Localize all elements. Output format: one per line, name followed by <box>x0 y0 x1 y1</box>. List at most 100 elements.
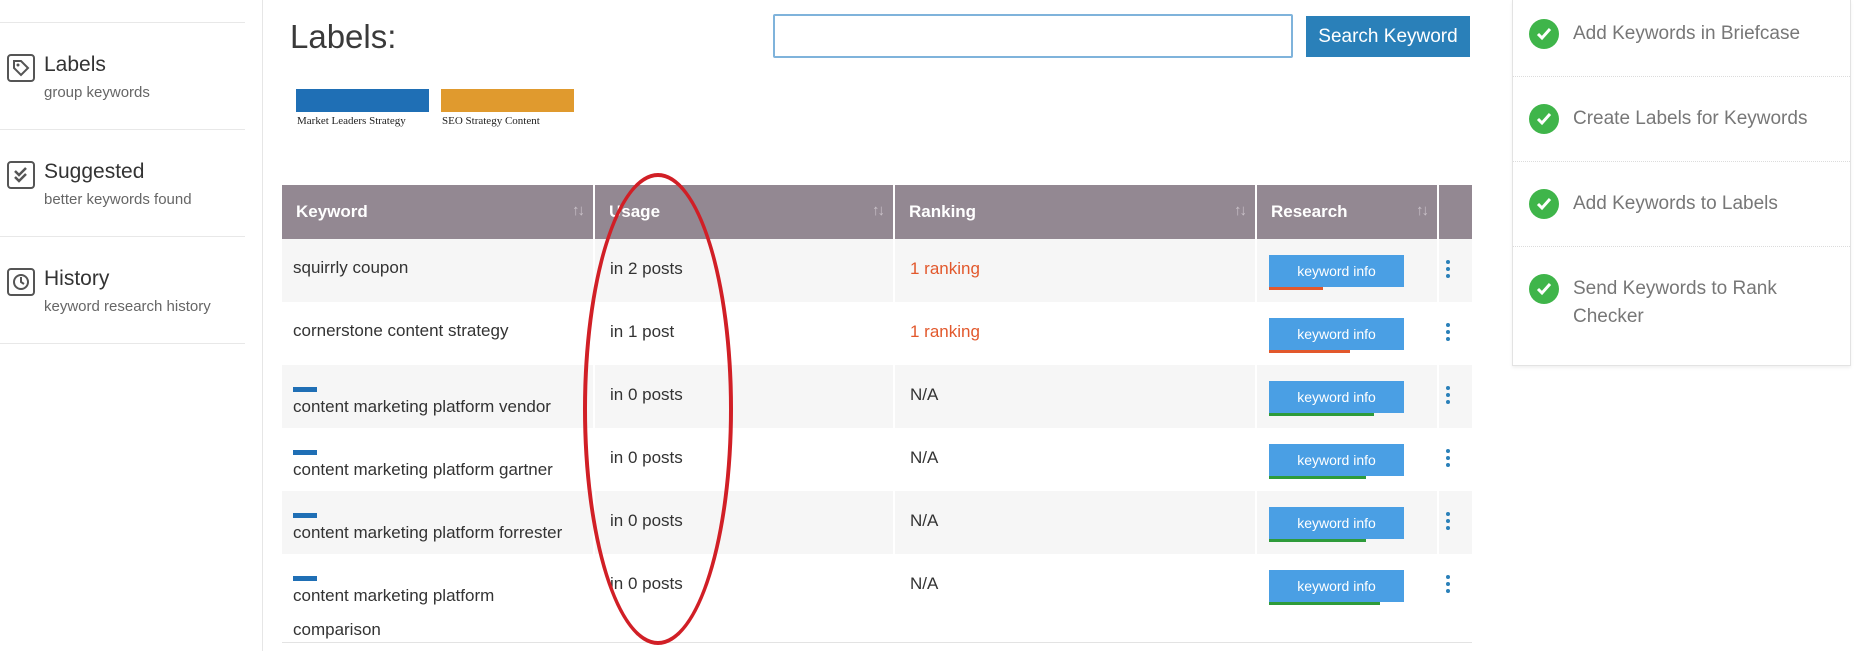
row-menu-icon[interactable] <box>1444 260 1452 281</box>
table-header: Keyword ↑↓ Usage ↑↓ Ranking ↑↓ Research … <box>282 185 1472 239</box>
check-circle-icon <box>1529 274 1559 304</box>
keyword-cell: content marketing platform comparison <box>293 586 495 639</box>
column-header-research[interactable]: Research ↑↓ <box>1257 185 1437 239</box>
column-divider <box>1255 302 1257 365</box>
sort-icon: ↑↓ <box>1416 202 1429 219</box>
column-divider <box>893 302 895 365</box>
column-divider <box>1255 239 1257 302</box>
clock-icon <box>7 268 35 296</box>
sidebar-item-subtitle: better keywords found <box>44 191 192 208</box>
sidebar-item-history[interactable]: History keyword research history <box>0 237 245 344</box>
column-label: Research <box>1271 202 1348 221</box>
ranking-cell[interactable]: 1 ranking <box>910 322 980 342</box>
checklist-item-rank-checker[interactable]: Send Keywords to Rank Checker <box>1513 247 1850 364</box>
keyword-info-button[interactable]: keyword info <box>1269 255 1404 290</box>
column-divider <box>1437 239 1439 302</box>
table-row: cornerstone content strategy in 1 post 1 r… <box>282 302 1472 366</box>
column-divider <box>593 302 595 365</box>
column-divider <box>893 428 895 491</box>
table-row: content marketing platform vendor in 0 po… <box>282 365 1472 429</box>
checklist-item-create-labels[interactable]: Create Labels for Keywords <box>1513 77 1850 162</box>
checklist-label: Create Labels for Keywords <box>1573 108 1808 129</box>
sidebar-item-subtitle: keyword research history <box>44 298 211 315</box>
keyword-score-bar <box>1269 476 1366 479</box>
column-divider <box>1437 365 1439 428</box>
sidebar-item-title: Labels <box>44 53 106 76</box>
column-divider <box>1437 302 1439 365</box>
row-menu-icon[interactable] <box>1444 449 1452 470</box>
ranking-cell: N/A <box>910 448 939 467</box>
table-row: content marketing platform forrester in 0… <box>282 491 1472 555</box>
usage-cell: in 1 post <box>610 322 675 341</box>
row-menu-icon[interactable] <box>1444 575 1452 596</box>
column-header-ranking[interactable]: Ranking ↑↓ <box>895 185 1255 239</box>
column-label: Keyword <box>296 202 368 221</box>
sidebar-item-labels[interactable]: Labels group keywords <box>0 23 245 130</box>
tag-icon <box>7 54 35 82</box>
column-divider <box>593 428 595 491</box>
column-divider <box>593 491 595 554</box>
sidebar-item-title: History <box>44 267 110 290</box>
column-divider <box>593 365 595 428</box>
keyword-info-button[interactable]: keyword info <box>1269 570 1404 605</box>
column-divider <box>1255 554 1257 642</box>
label-swatch-seo-strategy[interactable] <box>441 89 574 112</box>
keyword-info-button[interactable]: keyword info <box>1269 507 1404 542</box>
keyword-score-bar <box>1269 602 1380 605</box>
column-divider <box>1255 428 1257 491</box>
ranking-cell: N/A <box>910 385 939 404</box>
checklist-item-briefcase[interactable]: Add Keywords in Briefcase <box>1513 0 1850 77</box>
keyword-cell: content marketing platform forrester <box>293 523 563 542</box>
label-swatch-market-leaders[interactable] <box>296 89 429 112</box>
usage-cell: in 0 posts <box>610 448 683 467</box>
keyword-cell: cornerstone content strategy <box>293 321 509 340</box>
search-keyword-button[interactable]: Search Keyword <box>1306 16 1470 57</box>
keyword-info-button[interactable]: keyword info <box>1269 318 1404 353</box>
ranking-cell: N/A <box>910 511 939 530</box>
keyword-score-bar <box>1269 413 1374 416</box>
column-divider <box>593 239 595 302</box>
ranking-cell[interactable]: 1 ranking <box>910 259 980 279</box>
column-divider <box>893 491 895 554</box>
column-divider <box>1437 428 1439 491</box>
check-shield-icon <box>7 161 35 189</box>
check-circle-icon <box>1529 19 1559 49</box>
sidebar-item-suggested[interactable]: Suggested better keywords found <box>0 130 245 237</box>
column-label: Ranking <box>909 202 977 221</box>
column-divider <box>593 554 595 642</box>
column-divider <box>893 239 895 302</box>
column-divider <box>1437 185 1439 239</box>
column-header-usage[interactable]: Usage ↑↓ <box>595 185 893 239</box>
keyword-score-bar <box>1269 287 1323 290</box>
column-divider <box>893 554 895 642</box>
column-label: Usage <box>609 202 661 221</box>
row-menu-icon[interactable] <box>1444 323 1452 344</box>
check-circle-icon <box>1529 104 1559 134</box>
column-divider <box>1255 365 1257 428</box>
keyword-cell: content marketing platform vendor <box>293 397 551 416</box>
checklist-label: Add Keywords to Labels <box>1573 193 1778 214</box>
keyword-cell: squirrly coupon <box>293 258 409 277</box>
sort-icon: ↑↓ <box>872 202 885 219</box>
search-input[interactable] <box>773 14 1293 58</box>
keyword-info-button[interactable]: keyword info <box>1269 444 1404 479</box>
ranking-cell: N/A <box>910 574 939 593</box>
keyword-score-bar <box>1269 350 1350 353</box>
column-header-keyword[interactable]: Keyword ↑↓ <box>282 185 593 239</box>
table-row: squirrly coupon in 2 posts 1 ranking keywor… <box>282 239 1472 303</box>
usage-cell: in 2 posts <box>610 259 683 278</box>
column-divider <box>1437 554 1439 642</box>
sidebar-item-title: Suggested <box>44 160 145 183</box>
checklist-item-add-to-labels[interactable]: Add Keywords to Labels <box>1513 162 1850 247</box>
sort-icon: ↑↓ <box>572 202 585 219</box>
sort-icon: ↑↓ <box>1234 202 1247 219</box>
keyword-score-bar <box>1269 539 1366 542</box>
usage-cell: in 0 posts <box>610 574 683 593</box>
row-menu-icon[interactable] <box>1444 386 1452 407</box>
left-sidebar: Labels group keywords Suggested better k… <box>0 0 263 651</box>
page-title: Labels: <box>290 18 397 55</box>
check-circle-icon <box>1529 189 1559 219</box>
row-menu-icon[interactable] <box>1444 512 1452 533</box>
column-divider <box>1255 491 1257 554</box>
keyword-info-button[interactable]: keyword info <box>1269 381 1404 416</box>
